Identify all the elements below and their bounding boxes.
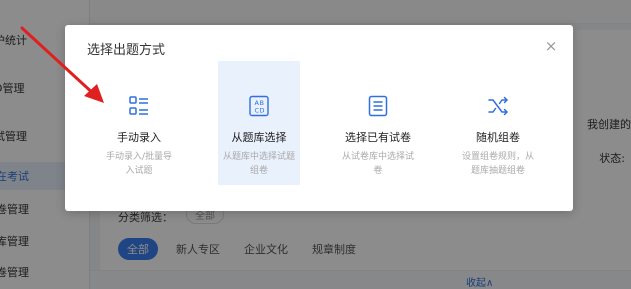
- select-question-method-dialog: 选择出题方式 × 手动录入 手动录入/批量导 入试题 A B C D 从题库选择…: [65, 25, 573, 211]
- option-description-line: 入试题: [125, 166, 153, 176]
- option-description: 从题库中选择试题 组卷: [218, 150, 300, 178]
- option-description-line: 设置组卷规则，从: [461, 152, 534, 162]
- svg-text:D: D: [260, 107, 265, 115]
- existing-paper-icon: [368, 95, 388, 117]
- option-label: 从题库选择: [231, 131, 287, 144]
- option-existing-paper[interactable]: 选择已有试卷 从试卷库中选择试 卷: [337, 61, 419, 185]
- option-description-line: 从题库中选择试题: [222, 152, 295, 162]
- option-description: 从试卷库中选择试 卷: [337, 150, 419, 178]
- option-description-line: 组卷: [249, 166, 268, 176]
- option-manual-entry[interactable]: 手动录入 手动录入/批量导 入试题: [98, 61, 180, 185]
- option-description-line: 手动录入/批量导: [105, 152, 173, 162]
- shuffle-icon: [488, 96, 508, 116]
- option-description: 手动录入/批量导 入试题: [98, 150, 180, 178]
- option-description-line: 题库抽题组卷: [470, 166, 525, 176]
- dialog-title: 选择出题方式: [87, 43, 166, 58]
- option-question-bank[interactable]: A B C D 从题库选择 从题库中选择试题 组卷: [218, 61, 300, 185]
- option-description-line: 卷: [373, 166, 383, 176]
- option-label: 选择已有试卷: [345, 131, 411, 144]
- option-description: 设置组卷规则，从 题库抽题组卷: [457, 150, 539, 178]
- option-label: 手动录入: [117, 131, 161, 144]
- option-random-paper[interactable]: 随机组卷 设置组卷规则，从 题库抽题组卷: [457, 61, 539, 185]
- manual-entry-icon: [129, 96, 148, 115]
- question-bank-icon: A B C D: [249, 95, 269, 117]
- option-label: 随机组卷: [476, 131, 520, 144]
- option-description-line: 从试卷库中选择试: [341, 152, 414, 162]
- close-icon[interactable]: ×: [541, 36, 561, 56]
